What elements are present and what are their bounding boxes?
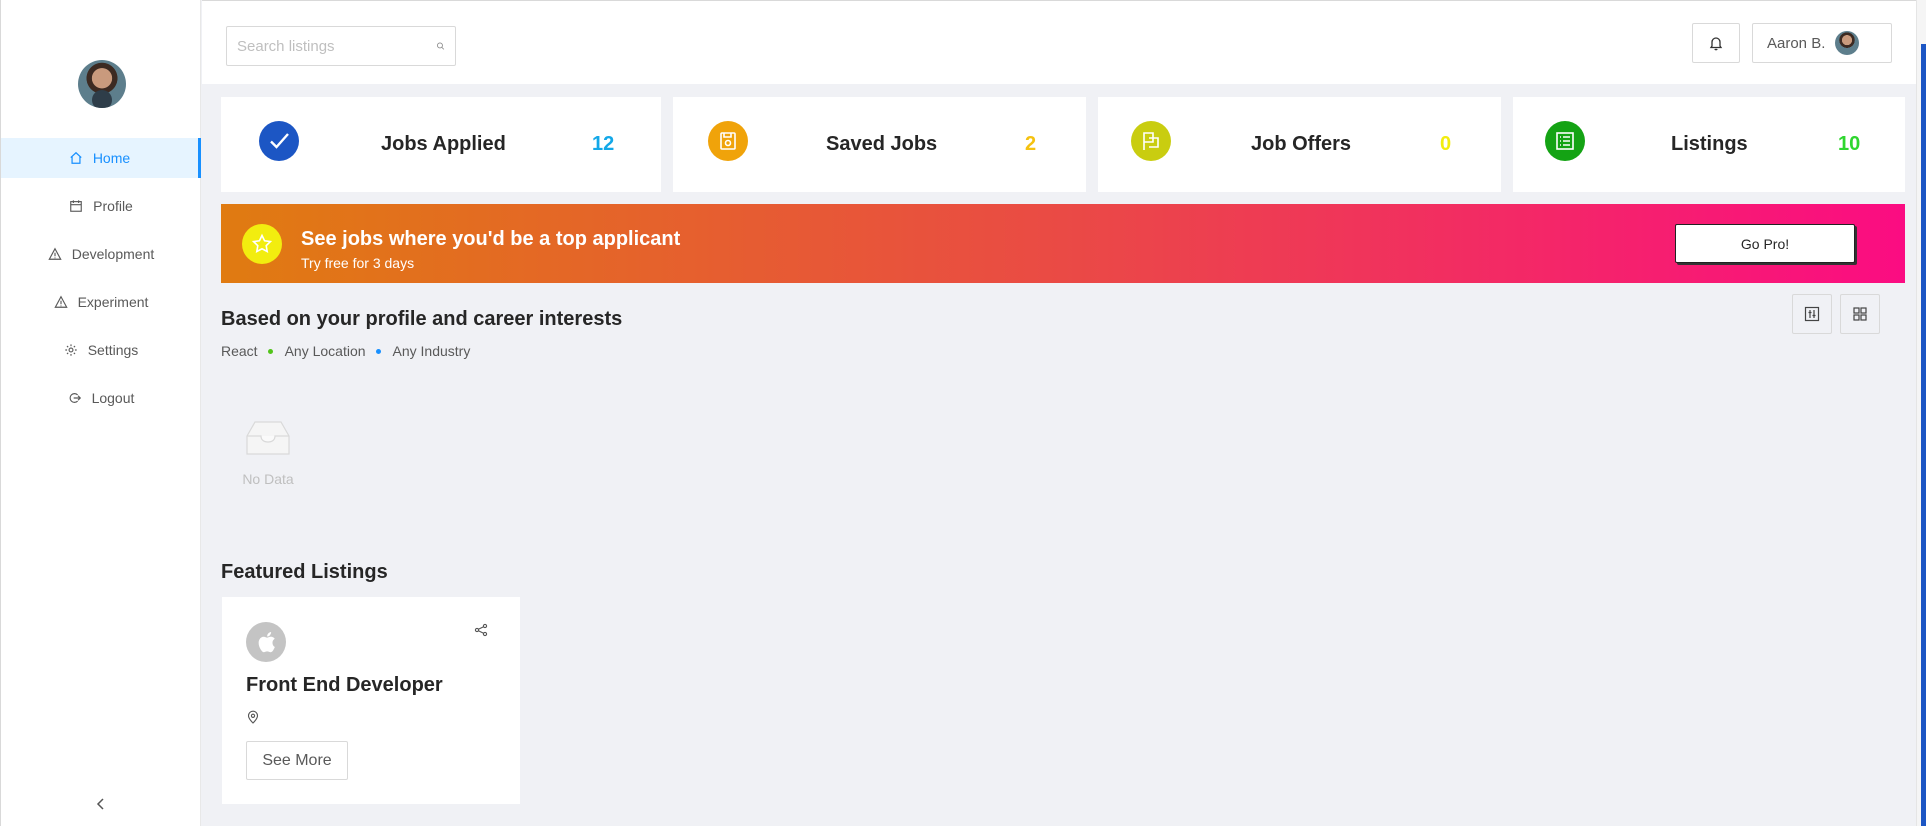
see-more-button[interactable]: See More	[246, 741, 348, 780]
location-pin-icon	[247, 710, 259, 724]
logout-icon	[69, 393, 81, 403]
notifications-button[interactable]	[1692, 23, 1740, 63]
gear-icon	[65, 344, 77, 356]
list-icon	[1545, 121, 1585, 161]
banner-subtitle: Try free for 3 days	[301, 255, 415, 271]
inbox-empty-icon	[246, 421, 290, 455]
stat-count: 0	[1440, 133, 1452, 155]
interest-tags: React Any Location Any Industry	[221, 343, 470, 359]
stat-label: Listings	[1671, 133, 1748, 155]
recommendations-title: Based on your profile and career interes…	[221, 308, 623, 330]
empty-state: No Data	[240, 418, 296, 487]
stat-count: 10	[1838, 133, 1861, 155]
tag-location[interactable]: Any Location	[285, 343, 366, 359]
featured-title: Featured Listings	[221, 561, 388, 583]
search-icon[interactable]	[436, 39, 445, 53]
sidebar-menu: Home Profile Development Experiment Sett…	[1, 138, 201, 426]
home-icon	[70, 151, 82, 164]
star-icon	[242, 224, 282, 264]
sidebar-item-label: Settings	[87, 342, 139, 358]
user-name: Aaron B.	[1767, 34, 1826, 52]
grid-icon	[1853, 307, 1867, 321]
stat-card-saved-jobs[interactable]: Saved Jobs 2	[673, 97, 1086, 192]
user-menu[interactable]: Aaron B.	[1752, 23, 1892, 63]
stat-count: 2	[1025, 133, 1037, 155]
apple-logo-icon	[246, 622, 286, 662]
banner-title: See jobs where you'd be a top applicant	[301, 228, 681, 250]
sidebar-avatar[interactable]	[78, 60, 126, 108]
window-edge	[1921, 44, 1926, 826]
filter-view-button[interactable]	[1792, 294, 1832, 334]
filter-sliders-icon	[1804, 306, 1820, 322]
check-icon	[259, 121, 299, 161]
warning-icon	[48, 247, 62, 260]
search-input[interactable]	[237, 37, 436, 55]
sidebar-item-experiment[interactable]: Experiment	[1, 282, 201, 322]
top-header: Aaron B.	[202, 0, 1916, 84]
job-title[interactable]: Front End Developer	[246, 674, 443, 697]
stat-label: Saved Jobs	[826, 133, 938, 155]
sidebar-item-label: Experiment	[77, 294, 149, 310]
floppy-disk-icon	[708, 121, 748, 161]
stat-label: Jobs Applied	[381, 133, 506, 155]
sidebar-item-settings[interactable]: Settings	[1, 330, 201, 370]
empty-text: No Data	[242, 471, 294, 487]
tag-industry[interactable]: Any Industry	[393, 343, 471, 359]
calendar-icon	[70, 200, 82, 212]
sidebar-item-label: Development	[71, 246, 155, 262]
avatar	[1835, 31, 1860, 55]
promo-banner: See jobs where you'd be a top applicant …	[221, 204, 1905, 283]
stat-count: 12	[592, 133, 615, 155]
tag-separator	[267, 348, 273, 354]
flag-icon	[1131, 121, 1171, 161]
go-pro-button[interactable]: Go Pro!	[1675, 224, 1855, 263]
stat-label: Job Offers	[1251, 133, 1352, 155]
bell-icon	[1709, 37, 1723, 51]
sidebar-item-label: Profile	[93, 198, 133, 214]
grid-view-button[interactable]	[1840, 294, 1880, 334]
sidebar-item-profile[interactable]: Profile	[1, 186, 201, 226]
warning-icon	[53, 295, 68, 308]
sidebar: Home Profile Development Experiment Sett…	[0, 0, 201, 826]
listing-card[interactable]: Front End Developer See More	[222, 597, 520, 804]
stat-card-jobs-applied[interactable]: Jobs Applied 12	[221, 97, 661, 192]
sidebar-item-development[interactable]: Development	[1, 234, 201, 274]
sidebar-item-home[interactable]: Home	[1, 138, 201, 178]
stat-card-listings[interactable]: Listings 10	[1513, 97, 1905, 192]
chevron-left-icon[interactable]	[93, 796, 109, 812]
sidebar-item-label: Home	[92, 150, 131, 166]
search-box[interactable]	[226, 26, 456, 66]
tag-skill[interactable]: React	[221, 343, 258, 359]
tag-separator	[375, 348, 381, 354]
share-icon[interactable]	[474, 623, 488, 637]
sidebar-item-logout[interactable]: Logout	[1, 378, 201, 418]
stat-card-job-offers[interactable]: Job Offers 0	[1098, 97, 1501, 192]
sidebar-item-label: Logout	[91, 390, 135, 406]
